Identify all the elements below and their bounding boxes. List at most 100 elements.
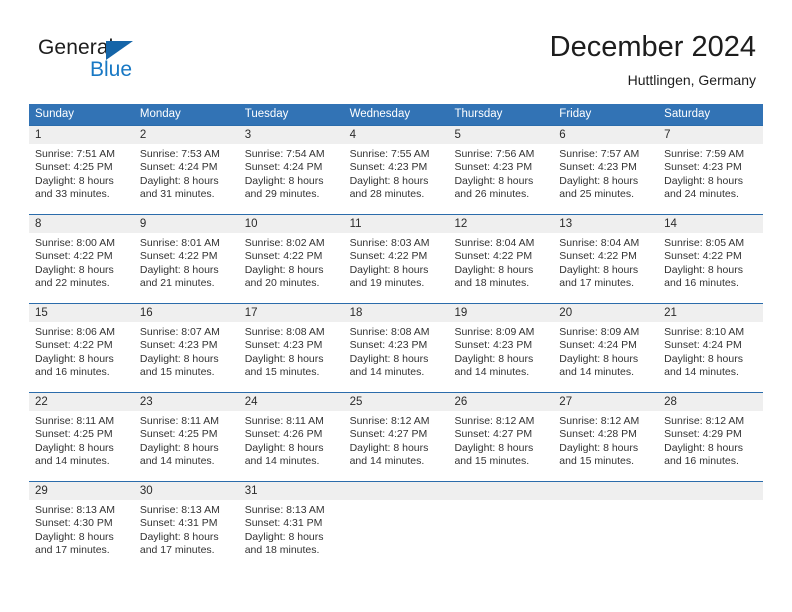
day-number[interactable]: 5 [448,126,553,144]
day-cell[interactable]: Sunrise: 8:12 AM Sunset: 4:27 PM Dayligh… [344,411,449,481]
day-number[interactable]: 12 [448,215,553,233]
daylight-text-line2: and 14 minutes. [454,366,530,379]
day-number[interactable]: 15 [29,304,134,322]
daylight-text-line2: and 22 minutes. [35,277,110,290]
day-number[interactable]: 21 [658,304,763,322]
day-number[interactable]: 30 [134,482,239,500]
daylight-text-line1: Daylight: 8 hours [244,174,324,187]
sunset-text: Sunset: 4:25 PM [35,161,113,174]
day-number[interactable]: 2 [134,126,239,144]
day-number[interactable]: 25 [344,393,449,411]
day-number[interactable]: 10 [239,215,344,233]
day-cell[interactable]: Sunrise: 8:07 AM Sunset: 4:23 PM Dayligh… [134,322,239,392]
generalblue-logo[interactable]: General Blue [38,36,218,88]
day-cell[interactable]: Sunrise: 8:09 AM Sunset: 4:23 PM Dayligh… [448,322,553,392]
sunset-text: Sunset: 4:26 PM [244,428,323,441]
day-number[interactable]: 20 [553,304,658,322]
day-cell[interactable]: Sunrise: 7:51 AM Sunset: 4:25 PM Dayligh… [29,144,134,214]
day-number[interactable]: 17 [239,304,344,322]
day-number[interactable]: 1 [29,126,134,144]
day-cell[interactable]: Sunrise: 7:55 AM Sunset: 4:23 PM Dayligh… [344,144,449,214]
page-header: General Blue December 2024 Huttlingen, G… [0,0,792,100]
day-cell-empty [658,500,763,570]
day-cell[interactable]: Sunrise: 7:53 AM Sunset: 4:24 PM Dayligh… [134,144,239,214]
day-number[interactable]: 16 [134,304,239,322]
daylight-text-line2: and 16 minutes. [35,366,110,379]
sunset-text: Sunset: 4:22 PM [664,250,742,263]
daylight-text-line1: Daylight: 8 hours [139,352,219,365]
day-cell[interactable]: Sunrise: 8:11 AM Sunset: 4:25 PM Dayligh… [134,411,239,481]
day-cell[interactable]: Sunrise: 8:02 AM Sunset: 4:22 PM Dayligh… [239,233,344,303]
sunrise-text: Sunrise: 8:00 AM [35,237,115,249]
daylight-text-line2: and 20 minutes. [244,277,320,290]
day-cell[interactable]: Sunrise: 8:13 AM Sunset: 4:31 PM Dayligh… [239,500,344,570]
daylight-text-line1: Daylight: 8 hours [664,263,743,276]
daylight-text-line2: and 26 minutes. [454,188,530,201]
day-number[interactable]: 28 [658,393,763,411]
day-cell[interactable]: Sunrise: 7:57 AM Sunset: 4:23 PM Dayligh… [553,144,658,214]
day-number[interactable]: 7 [658,126,763,144]
day-cell[interactable]: Sunrise: 8:08 AM Sunset: 4:23 PM Dayligh… [344,322,449,392]
sunrise-text: Sunrise: 8:11 AM [139,415,220,427]
day-cell[interactable]: Sunrise: 8:05 AM Sunset: 4:22 PM Dayligh… [658,233,763,303]
sunset-text: Sunset: 4:31 PM [244,517,323,530]
day-number[interactable]: 27 [553,393,658,411]
sunrise-text: Sunrise: 7:56 AM [454,148,535,160]
day-number[interactable]: 9 [134,215,239,233]
daylight-text-line1: Daylight: 8 hours [349,174,429,187]
week-content-row: Sunrise: 8:13 AM Sunset: 4:30 PM Dayligh… [29,500,763,570]
day-cell[interactable]: Sunrise: 8:01 AM Sunset: 4:22 PM Dayligh… [134,233,239,303]
daylight-text-line2: and 14 minutes. [664,366,739,379]
day-cell[interactable]: Sunrise: 7:59 AM Sunset: 4:23 PM Dayligh… [658,144,763,214]
sunrise-text: Sunrise: 7:53 AM [139,148,220,160]
sunset-text: Sunset: 4:24 PM [244,161,323,174]
day-number[interactable]: 13 [553,215,658,233]
day-cell[interactable]: Sunrise: 8:13 AM Sunset: 4:31 PM Dayligh… [134,500,239,570]
day-number[interactable]: 4 [344,126,449,144]
calendar-grid: Sunday Monday Tuesday Wednesday Thursday… [29,104,763,570]
day-number[interactable]: 26 [448,393,553,411]
day-cell[interactable]: Sunrise: 7:54 AM Sunset: 4:24 PM Dayligh… [239,144,344,214]
calendar-week-row: 1 2 3 4 5 6 7 Sunrise: 7:51 AM Sunset: 4… [29,125,763,214]
day-number[interactable]: 23 [134,393,239,411]
daylight-text-line2: and 28 minutes. [349,188,425,201]
sunset-text: Sunset: 4:23 PM [454,339,533,352]
day-cell[interactable]: Sunrise: 8:12 AM Sunset: 4:28 PM Dayligh… [553,411,658,481]
sunset-text: Sunset: 4:23 PM [454,161,533,174]
daylight-text-line1: Daylight: 8 hours [664,174,743,187]
day-cell[interactable]: Sunrise: 8:11 AM Sunset: 4:25 PM Dayligh… [29,411,134,481]
day-number[interactable]: 29 [29,482,134,500]
day-cell[interactable]: Sunrise: 8:06 AM Sunset: 4:22 PM Dayligh… [29,322,134,392]
day-cell[interactable]: Sunrise: 7:56 AM Sunset: 4:23 PM Dayligh… [448,144,553,214]
sunrise-text: Sunrise: 8:13 AM [139,504,220,516]
day-cell[interactable]: Sunrise: 8:13 AM Sunset: 4:30 PM Dayligh… [29,500,134,570]
sunrise-text: Sunrise: 8:04 AM [559,237,640,249]
day-number[interactable]: 19 [448,304,553,322]
sunset-text: Sunset: 4:30 PM [35,517,113,530]
day-cell[interactable]: Sunrise: 8:00 AM Sunset: 4:22 PM Dayligh… [29,233,134,303]
daylight-text-line1: Daylight: 8 hours [349,352,429,365]
day-number[interactable]: 22 [29,393,134,411]
day-cell[interactable]: Sunrise: 8:12 AM Sunset: 4:27 PM Dayligh… [448,411,553,481]
day-cell[interactable]: Sunrise: 8:04 AM Sunset: 4:22 PM Dayligh… [553,233,658,303]
day-number[interactable]: 24 [239,393,344,411]
sunrise-text: Sunrise: 8:10 AM [664,326,745,338]
day-cell[interactable]: Sunrise: 8:04 AM Sunset: 4:22 PM Dayligh… [448,233,553,303]
day-cell[interactable]: Sunrise: 8:08 AM Sunset: 4:23 PM Dayligh… [239,322,344,392]
daylight-text-line2: and 15 minutes. [139,366,215,379]
day-number[interactable]: 3 [239,126,344,144]
day-cell[interactable]: Sunrise: 8:09 AM Sunset: 4:24 PM Dayligh… [553,322,658,392]
day-cell[interactable]: Sunrise: 8:03 AM Sunset: 4:22 PM Dayligh… [344,233,449,303]
day-cell[interactable]: Sunrise: 8:11 AM Sunset: 4:26 PM Dayligh… [239,411,344,481]
day-number[interactable]: 14 [658,215,763,233]
sunrise-text: Sunrise: 8:06 AM [35,326,115,338]
daylight-text-line1: Daylight: 8 hours [139,263,219,276]
day-number[interactable]: 11 [344,215,449,233]
day-cell[interactable]: Sunrise: 8:12 AM Sunset: 4:29 PM Dayligh… [658,411,763,481]
day-cell[interactable]: Sunrise: 8:10 AM Sunset: 4:24 PM Dayligh… [658,322,763,392]
daylight-text-line1: Daylight: 8 hours [139,441,219,454]
day-number[interactable]: 8 [29,215,134,233]
day-number[interactable]: 6 [553,126,658,144]
day-number[interactable]: 31 [239,482,344,500]
day-number[interactable]: 18 [344,304,449,322]
